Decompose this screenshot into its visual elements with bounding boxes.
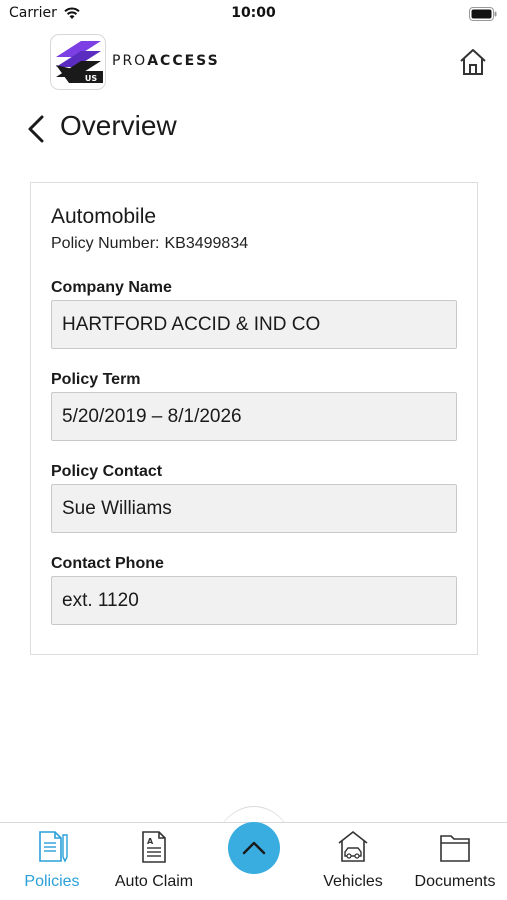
policy-number-value: KB3499834 xyxy=(164,235,249,252)
chevron-up-icon xyxy=(242,841,266,855)
chevron-left-icon xyxy=(28,115,44,143)
tab-vehicles-label: Vehicles xyxy=(323,873,383,890)
policy-number: Policy Number: KB3499834 xyxy=(51,235,248,253)
brand-name: PROACCESS xyxy=(112,53,220,69)
policy-card: Automobile Policy Number: KB3499834 Comp… xyxy=(30,182,478,655)
policies-icon xyxy=(39,831,68,863)
battery-icon xyxy=(469,7,497,21)
policy-contact-field[interactable]: Sue Williams xyxy=(51,484,457,533)
tab-auto-claim[interactable]: A Auto Claim xyxy=(99,829,209,891)
policy-term-field[interactable]: 5/20/2019 – 8/1/2026 xyxy=(51,392,457,441)
company-name-label: Company Name xyxy=(51,279,172,296)
tab-documents-label: Documents xyxy=(414,873,496,890)
tab-vehicles[interactable]: Vehicles xyxy=(298,829,408,891)
home-button[interactable] xyxy=(456,45,490,79)
home-icon xyxy=(460,49,486,75)
tab-auto-claim-label: Auto Claim xyxy=(114,873,194,890)
back-button[interactable] xyxy=(22,112,50,146)
page-title: Overview xyxy=(60,110,177,141)
app-logo: US xyxy=(51,35,105,89)
policy-type: Automobile xyxy=(51,205,157,228)
contact-phone-label: Contact Phone xyxy=(51,555,164,572)
svg-text:A: A xyxy=(147,837,154,846)
vehicles-icon xyxy=(338,830,368,862)
brand-suffix: ACCESS xyxy=(147,53,220,69)
policy-contact-label: Policy Contact xyxy=(51,463,163,480)
policy-number-label: Policy Number: xyxy=(51,235,160,252)
tab-policies-label: Policies xyxy=(24,873,80,890)
auto-claim-icon: A xyxy=(142,831,166,863)
tab-documents[interactable]: Documents xyxy=(400,829,507,891)
brand-prefix: PRO xyxy=(112,53,148,69)
status-bar: Carrier 10:00 xyxy=(0,0,507,28)
company-name-field[interactable]: HARTFORD ACCID & IND CO xyxy=(51,300,457,349)
status-time: 10:00 xyxy=(231,5,276,21)
policy-term-label: Policy Term xyxy=(51,371,141,388)
logo-badge-text: US xyxy=(85,74,97,83)
logo-mark-icon: US xyxy=(56,41,103,83)
contact-phone-field[interactable]: ext. 1120 xyxy=(51,576,457,625)
tab-policies[interactable]: Policies xyxy=(0,829,107,891)
documents-icon xyxy=(440,835,470,862)
center-expand-button[interactable] xyxy=(228,822,280,874)
